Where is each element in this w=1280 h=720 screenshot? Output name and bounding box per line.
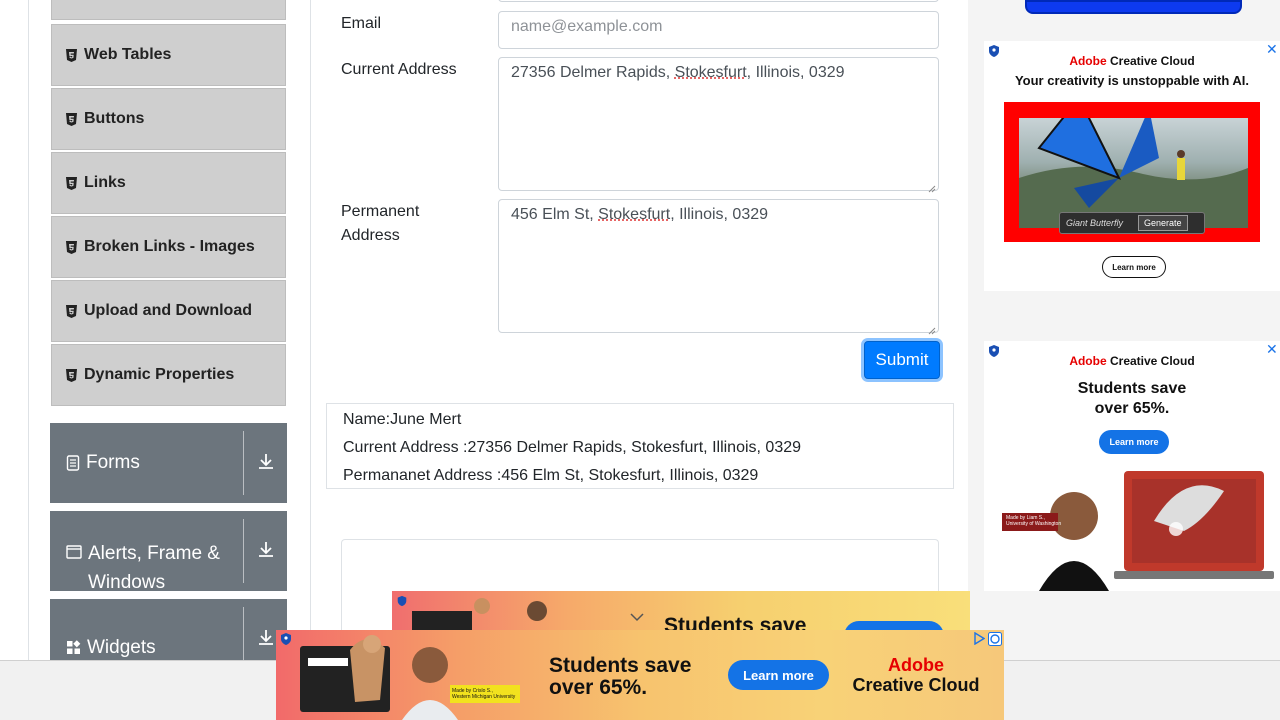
sidebar-item-label: Upload and Download: [84, 302, 252, 319]
textarea-text-misspelled: Stokesfurt: [674, 64, 747, 81]
output-current-address: Current Address :27356 Delmer Rapids, St…: [343, 439, 802, 456]
ad-learn-more-button[interactable]: Learn more: [1099, 430, 1169, 454]
output-name: Name:June Mert: [343, 411, 462, 428]
html5-icon: [66, 112, 77, 126]
caption-line: University of Washington: [1006, 521, 1062, 527]
sidebar-item-label: Broken Links - Images: [84, 238, 255, 255]
ad-brand: Creative Cloud: [1106, 354, 1195, 368]
ad-headline: Your creativity is unstoppable with AI.: [1014, 73, 1250, 88]
ad-caption: Made by Liam S., University of Washingto…: [1006, 515, 1061, 527]
permanent-address-textarea[interactable]: 456 Elm St, Stokesfurt, Illinois, 0329: [498, 199, 939, 335]
group-forms[interactable]: Forms: [50, 423, 287, 503]
group-alerts[interactable]: Alerts, Frame & Windows: [50, 511, 287, 593]
ad-image-frame: Giant Butterfly Generate: [1004, 102, 1260, 242]
html5-icon: [66, 176, 77, 190]
textarea-text: 456 Elm St,: [511, 206, 599, 223]
permanent-address-label: Permanent Address: [341, 200, 419, 248]
sidebar-item-label: Web Tables: [84, 46, 172, 63]
ad-prompt-bar: Giant Butterfly Generate: [1059, 212, 1205, 234]
email-label: Email: [341, 15, 382, 32]
download-arrow-icon: [257, 628, 275, 651]
resize-grip-icon[interactable]: [928, 322, 936, 335]
brand-line: Adobe: [888, 655, 944, 675]
sidebar-item-partial[interactable]: [51, 0, 286, 20]
email-field[interactable]: name@example.com: [498, 11, 939, 49]
widgets-icon: [66, 640, 81, 655]
ad-top-button-partial[interactable]: [1025, 0, 1242, 14]
current-address-label: Current Address: [341, 61, 457, 78]
adchoices-icon[interactable]: [396, 594, 410, 608]
sidebar-item-links[interactable]: Links: [51, 152, 286, 214]
expand-button[interactable]: [244, 423, 287, 503]
generate-chip: Generate: [1138, 215, 1188, 231]
banner-caption: Made by Crislo S., Western Michigan Univ…: [452, 688, 515, 700]
banner-brand: Adobe Creative Cloud: [846, 655, 986, 695]
expand-button[interactable]: [244, 511, 287, 591]
group-label: Forms: [86, 452, 140, 473]
label-line: Address: [341, 227, 400, 244]
caption-line: Western Michigan University: [452, 694, 516, 700]
submit-button[interactable]: Submit: [864, 341, 940, 379]
ad-creative-cloud-1[interactable]: ✕ Adobe Creative Cloud Your creativity i…: [984, 41, 1280, 291]
chevron-down-icon[interactable]: [630, 609, 644, 627]
ad-learn-more-button[interactable]: Learn more: [1102, 256, 1166, 278]
label-line: Permanent: [341, 203, 420, 220]
ad-brand: Adobe: [1069, 354, 1107, 368]
document-icon: [66, 455, 80, 471]
sidebar-item-web-tables[interactable]: Web Tables: [51, 24, 286, 86]
output-permanent-address: Permananet Address :456 Elm St, Stokesfu…: [343, 467, 759, 484]
textarea-text-misspelled: Stokesfurt: [598, 206, 671, 223]
ad-banner-front[interactable]: Made by Crislo S., Western Michigan Univ…: [276, 630, 1004, 720]
ad-close-icon[interactable]: [988, 632, 1002, 651]
ad-headline: Students save over 65%.: [984, 379, 1280, 419]
headline-line: Students save: [1077, 380, 1187, 397]
window-icon: [66, 545, 82, 559]
download-arrow-icon: [257, 452, 275, 475]
sidebar-item-broken-links[interactable]: Broken Links - Images: [51, 216, 286, 278]
ad-creative-cloud-2[interactable]: ✕ Adobe Creative Cloud Students save ove…: [984, 341, 1280, 591]
sidebar-item-label: Links: [84, 174, 126, 191]
textarea-text: , Illinois, 0329: [670, 206, 769, 223]
sidebar-item-label: Dynamic Properties: [84, 366, 235, 383]
prompt-text: Giant Butterfly: [1066, 218, 1124, 228]
html5-icon: [66, 368, 77, 382]
html5-icon: [66, 240, 77, 254]
content-divider: [310, 0, 311, 660]
group-label: Alerts, Frame & Windows: [88, 543, 220, 593]
textarea-text: 27356 Delmer Rapids,: [511, 64, 675, 81]
current-address-textarea[interactable]: 27356 Delmer Rapids, Stokesfurt, Illinoi…: [498, 57, 939, 193]
name-field-partial[interactable]: [498, 0, 939, 2]
banner-headline: Students save over 65%.: [549, 655, 691, 699]
output-box: Name:June Mert Current Address :27356 De…: [326, 403, 954, 489]
sidebar-item-label: Buttons: [84, 110, 145, 127]
landscape-image: Giant Butterfly Generate: [1019, 118, 1248, 234]
resize-grip-icon[interactable]: [928, 180, 936, 193]
headline-line: over 65%.: [1094, 400, 1170, 417]
sidebar-item-buttons[interactable]: Buttons: [51, 88, 286, 150]
ad-brand: Adobe: [1069, 54, 1107, 68]
banner-learn-more-button[interactable]: Learn more: [728, 660, 829, 690]
textarea-text: , Illinois, 0329: [746, 64, 845, 81]
left-divider: [28, 0, 29, 660]
adchoices-arrow-icon[interactable]: [973, 631, 986, 650]
headline-line: Students save: [549, 654, 692, 677]
dog-student-illustration: [300, 635, 520, 720]
download-arrow-icon: [257, 540, 275, 563]
html5-icon: [66, 48, 77, 62]
group-label: Widgets: [87, 637, 156, 658]
html5-icon: [66, 304, 77, 318]
page: Web Tables Buttons Links Broken Links - …: [0, 0, 1280, 720]
brand-line: Creative Cloud: [852, 675, 980, 695]
ad-brand: Creative Cloud: [1106, 54, 1195, 68]
sidebar-item-dynamic-properties[interactable]: Dynamic Properties: [51, 344, 286, 406]
sidebar-item-upload-download[interactable]: Upload and Download: [51, 280, 286, 342]
headline-line: over 65%.: [549, 676, 648, 699]
